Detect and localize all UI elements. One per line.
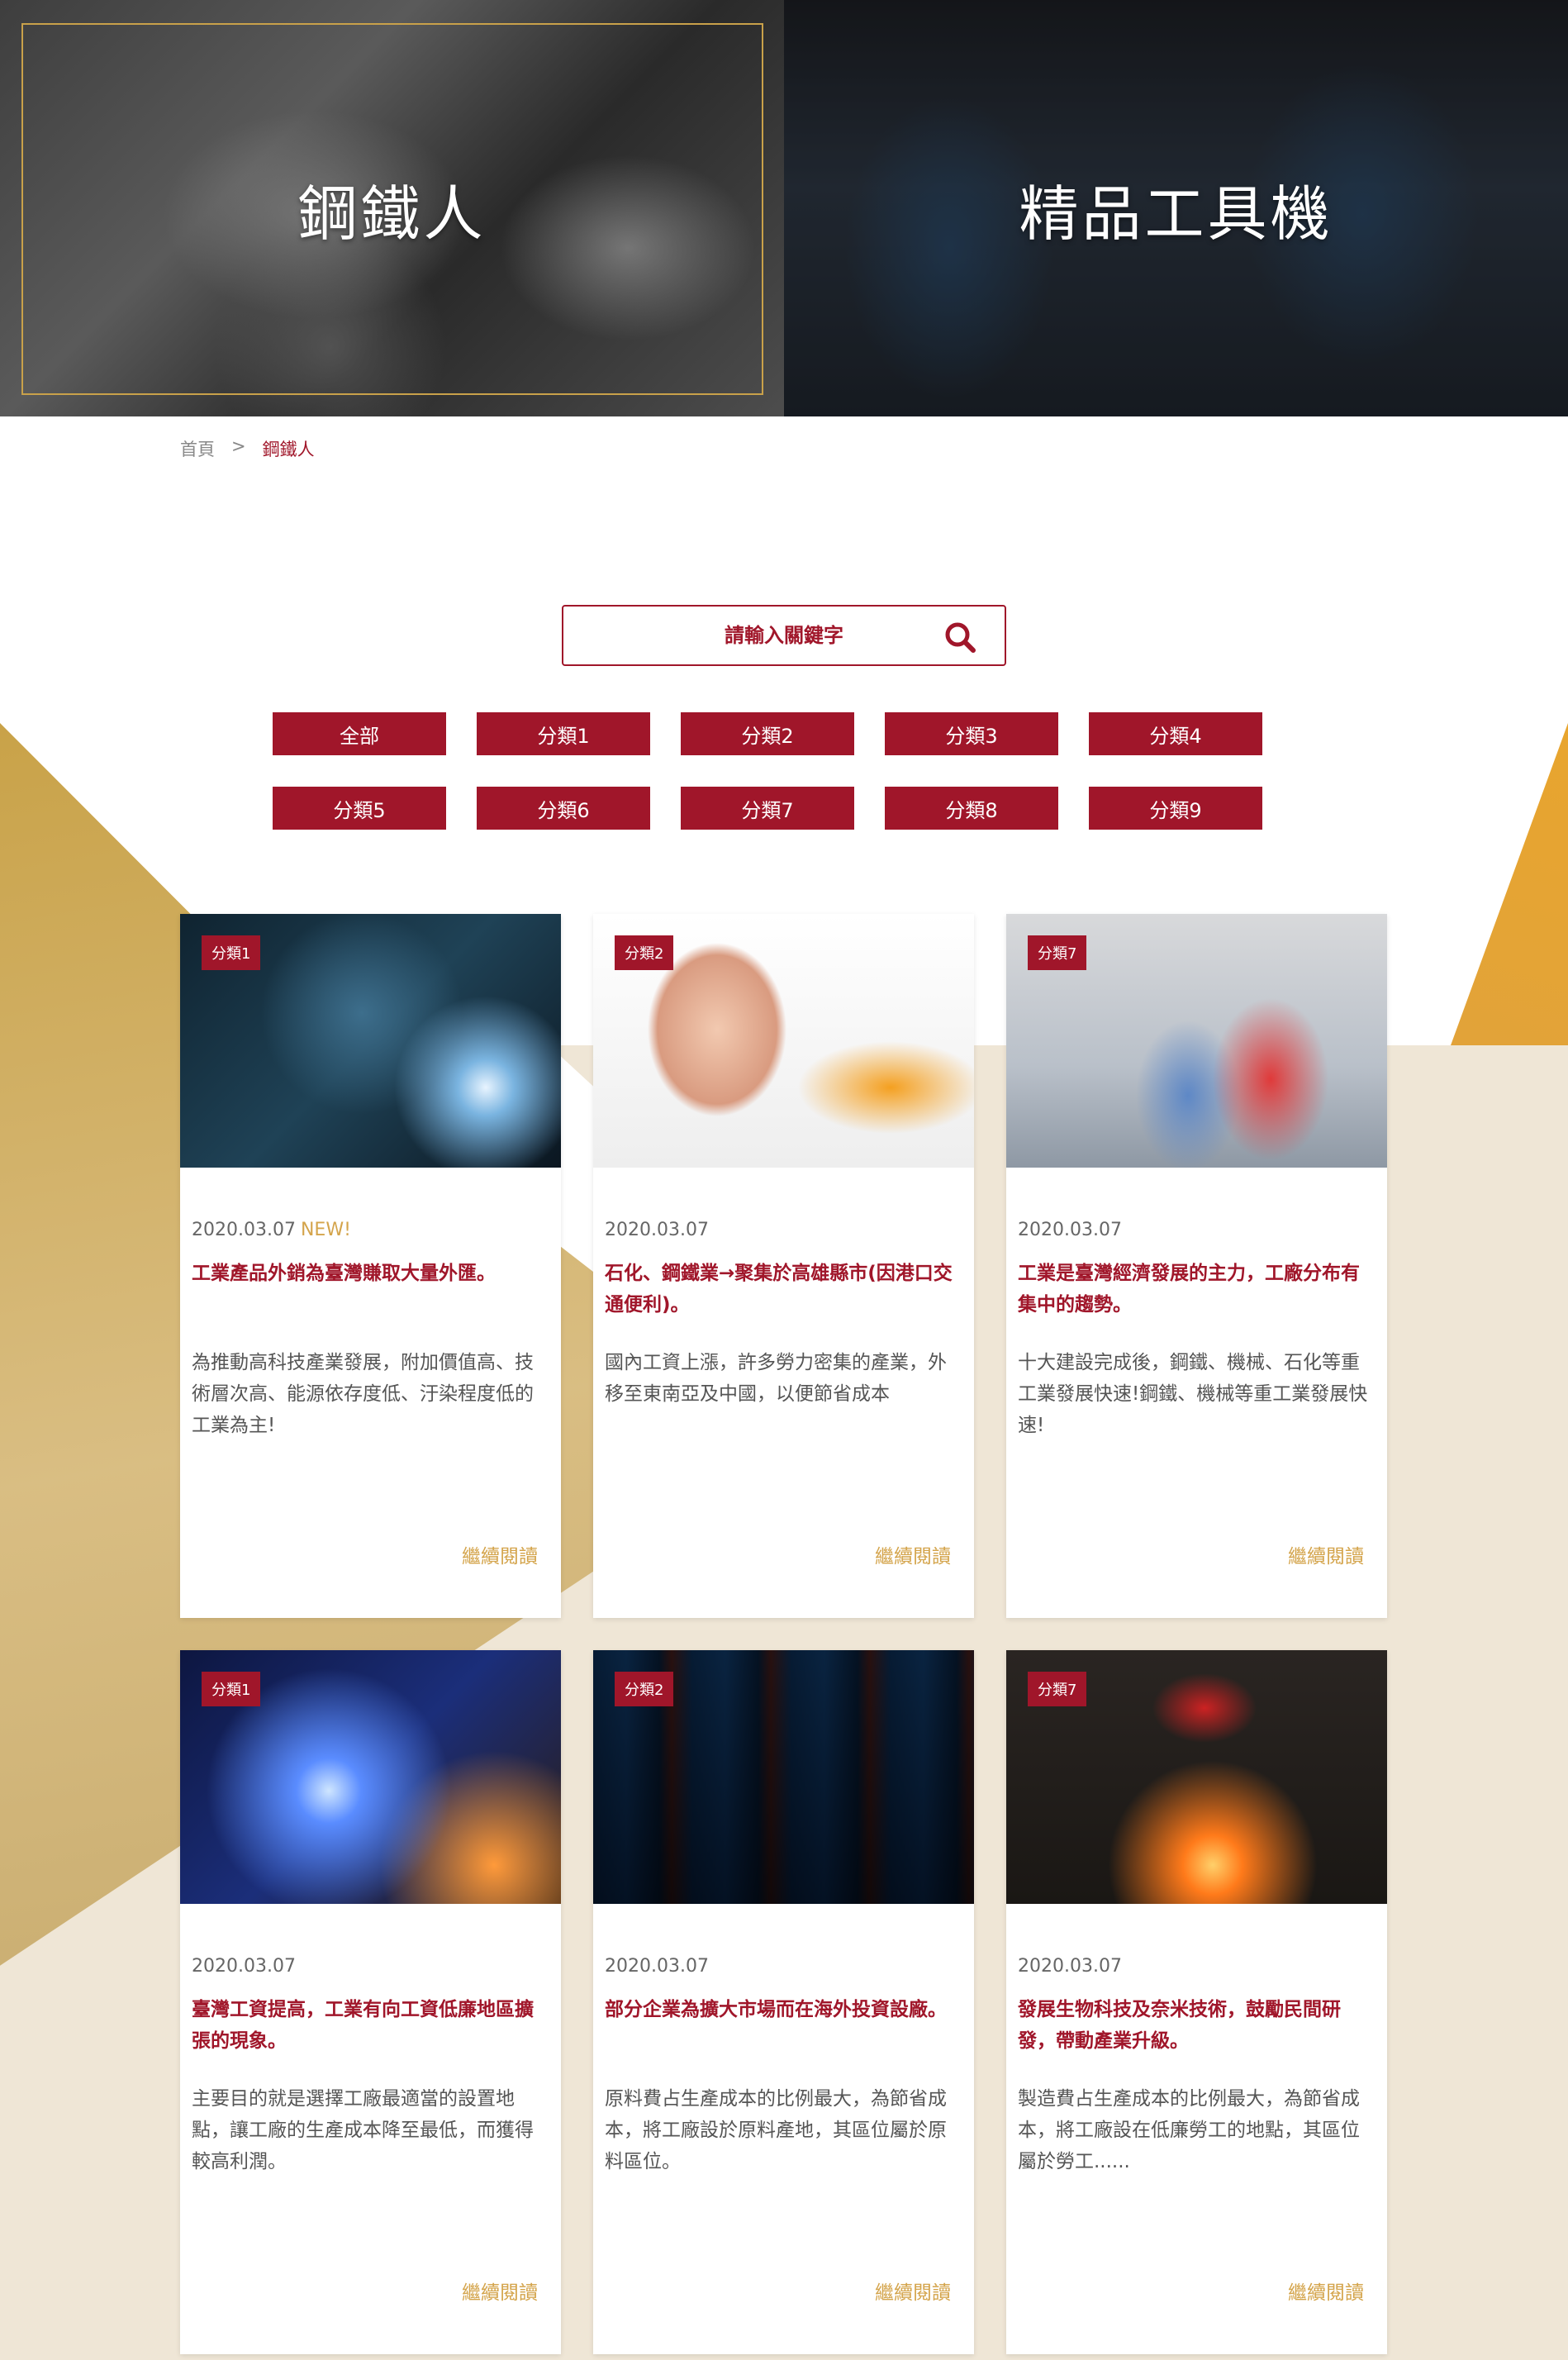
article-title[interactable]: 部分企業為擴大市場而在海外投資設廠。 [605, 1994, 960, 2025]
category-button-1[interactable]: 分類1 [477, 712, 650, 755]
article-title[interactable]: 工業是臺灣經濟發展的主力，工廠分布有集中的趨勢。 [1018, 1258, 1373, 1320]
hero-title-steel: 鋼鐵人 [297, 178, 487, 249]
article-date: 2020.03.07 [605, 1956, 709, 1977]
article-image-engineers[interactable]: 分類7 [1006, 914, 1387, 1168]
article-card[interactable]: 分類1 2020.03.07 臺灣工資提高，工業有向工資低廉地區擴張的現象。 主… [180, 1650, 561, 2354]
breadcrumb-separator: > [231, 436, 246, 456]
category-tag: 分類1 [202, 935, 261, 970]
category-tag: 分類2 [615, 935, 674, 970]
search-icon[interactable] [943, 621, 976, 654]
new-badge: NEW! [300, 1220, 351, 1240]
article-title[interactable]: 石化、鋼鐵業→聚集於高雄縣市(因港口交通便利)。 [605, 1258, 960, 1320]
category-tag: 分類1 [202, 1672, 261, 1706]
article-image-factory[interactable]: 分類2 [593, 1650, 974, 1904]
category-button-5[interactable]: 分類5 [273, 787, 446, 830]
article-date: 2020.03.07 NEW! [192, 1220, 351, 1240]
search-input[interactable] [627, 624, 941, 647]
category-button-all[interactable]: 全部 [273, 712, 446, 755]
read-more-link[interactable]: 繼續閱讀 [1288, 1540, 1364, 1568]
article-title[interactable]: 工業產品外銷為臺灣賺取大量外匯。 [192, 1258, 547, 1289]
read-more-link[interactable]: 繼續閱讀 [462, 1540, 538, 1568]
article-description: 主要目的就是選擇工廠最適當的設置地點，讓工廠的生產成本降至最低，而獲得較高利潤。 [192, 2088, 534, 2172]
category-tag: 分類7 [1028, 1672, 1087, 1706]
category-button-7[interactable]: 分類7 [681, 787, 854, 830]
article-date: 2020.03.07 [605, 1220, 709, 1240]
article-description: 國內工資上漲，許多勞力密集的產業，外移至東南亞及中國，以便節省成本 [605, 1352, 947, 1405]
article-image-welding[interactable]: 分類1 [180, 914, 561, 1168]
category-button-9[interactable]: 分類9 [1089, 787, 1262, 830]
breadcrumb-current: 鋼鐵人 [262, 440, 315, 459]
article-card[interactable]: 分類2 2020.03.07 石化、鋼鐵業→聚集於高雄縣市(因港口交通便利)。 … [593, 914, 974, 1618]
article-date: 2020.03.07 [1018, 1220, 1122, 1240]
article-description: 十大建設完成後，鋼鐵、機械、石化等重工業發展快速!鋼鐵、機械等重工業發展快速! [1018, 1352, 1368, 1436]
hero-title-machine: 精品工具機 [1019, 178, 1333, 249]
article-card[interactable]: 分類7 2020.03.07 工業是臺灣經濟發展的主力，工廠分布有集中的趨勢。 … [1006, 914, 1387, 1618]
category-button-6[interactable]: 分類6 [477, 787, 650, 830]
article-image-welder-mask[interactable]: 分類7 [1006, 1650, 1387, 1904]
read-more-link[interactable]: 繼續閱讀 [875, 2277, 951, 2305]
article-card[interactable]: 分類7 2020.03.07 發展生物科技及奈米技術，鼓勵民間研發，帶動產業升級… [1006, 1650, 1387, 2354]
article-description: 為推動高科技產業發展，附加價值高、技術層次高、能源依存度低、汙染程度低的工業為主… [192, 1352, 534, 1436]
article-description: 原料費占生產成本的比例最大，為節省成本，將工廠設於原料產地，其區位屬於原料區位。 [605, 2088, 947, 2172]
article-card[interactable]: 分類2 2020.03.07 部分企業為擴大市場而在海外投資設廠。 原料費占生產… [593, 1650, 974, 2354]
breadcrumb-home-link[interactable]: 首頁 [180, 436, 215, 461]
article-title[interactable]: 臺灣工資提高，工業有向工資低廉地區擴張的現象。 [192, 1994, 547, 2057]
article-date: 2020.03.07 [1018, 1956, 1122, 1977]
article-list: 分類1 2020.03.07 NEW! 工業產品外銷為臺灣賺取大量外匯。 為推動高… [180, 914, 1388, 2354]
article-date: 2020.03.07 [192, 1956, 296, 1977]
hero-panel-steel[interactable]: 鋼鐵人 [0, 0, 784, 416]
hero-banner: 鋼鐵人 精品工具機 [0, 0, 1568, 416]
category-button-3[interactable]: 分類3 [885, 712, 1058, 755]
hero-panel-machine[interactable]: 精品工具機 [784, 0, 1568, 416]
article-title[interactable]: 發展生物科技及奈米技術，鼓勵民間研發，帶動產業升級。 [1018, 1994, 1373, 2057]
read-more-link[interactable]: 繼續閱讀 [1288, 2277, 1364, 2305]
read-more-link[interactable]: 繼續閱讀 [875, 1540, 951, 1568]
category-button-4[interactable]: 分類4 [1089, 712, 1262, 755]
article-description: 製造費占生產成本的比例最大，為節省成本，將工廠設在低廉勞工的地點，其區位屬於勞工… [1018, 2088, 1360, 2172]
article-card[interactable]: 分類1 2020.03.07 NEW! 工業產品外銷為臺灣賺取大量外匯。 為推動高… [180, 914, 561, 1618]
category-button-8[interactable]: 分類8 [885, 787, 1058, 830]
article-image-worker[interactable]: 分類2 [593, 914, 974, 1168]
read-more-link[interactable]: 繼續閱讀 [462, 2277, 538, 2305]
search-box [562, 605, 1006, 666]
category-tag: 分類2 [615, 1672, 674, 1706]
article-image-welding-blue[interactable]: 分類1 [180, 1650, 561, 1904]
breadcrumb: 首頁 > 鋼鐵人 [180, 436, 315, 461]
category-tag: 分類7 [1028, 935, 1087, 970]
category-button-2[interactable]: 分類2 [681, 712, 854, 755]
category-filter: 全部 分類1 分類2 分類3 分類4 分類5 分類6 分類7 分類8 分類9 [273, 712, 1264, 830]
